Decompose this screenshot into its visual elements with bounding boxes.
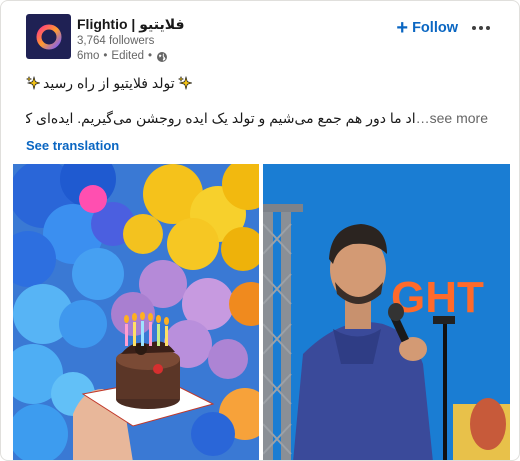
company-logo[interactable] xyxy=(26,14,71,59)
sparkles-icon xyxy=(177,76,192,90)
post-excerpt-line: اد ما دور هم جمع می‌شیم و تولد یک ایده ر… xyxy=(26,108,496,128)
post-time-row: 6mo • Edited • xyxy=(77,49,185,64)
post-title: تولد فلایتیو از راه رسید xyxy=(43,74,175,91)
speaker-photo: GHT xyxy=(263,164,510,460)
post-title-line: تولد فلایتیو از راه رسید xyxy=(26,73,192,93)
post-header: Flightio | فلایتیو 3,764 followers 6mo •… xyxy=(26,14,507,66)
company-name[interactable]: Flightio | فلایتیو xyxy=(77,15,185,34)
balloons-cake-photo xyxy=(13,164,259,460)
post-image-speaker[interactable]: GHT xyxy=(263,164,510,460)
plus-icon: + xyxy=(396,17,409,39)
follow-label: Follow xyxy=(412,20,458,36)
post-card: Flightio | فلایتیو 3,764 followers 6mo •… xyxy=(0,0,520,461)
see-more-link[interactable]: …see more xyxy=(416,108,488,128)
company-meta: Flightio | فلایتیو 3,764 followers 6mo •… xyxy=(77,15,185,64)
see-translation-link[interactable]: See translation xyxy=(26,137,119,155)
separator-dot: • xyxy=(148,50,153,62)
followers-count: 3,764 followers xyxy=(77,35,155,47)
post-excerpt: اد ما دور هم جمع می‌شیم و تولد یک ایده ر… xyxy=(26,110,416,126)
flightio-logo-icon xyxy=(36,24,61,49)
separator-dot: • xyxy=(103,50,108,62)
globe-icon xyxy=(157,51,168,62)
more-options-icon xyxy=(471,26,492,30)
edited-label: Edited xyxy=(111,50,145,62)
sparkles-icon xyxy=(26,76,40,90)
sign-text: GHT xyxy=(391,273,484,322)
more-options-button[interactable] xyxy=(469,16,493,40)
follow-button[interactable]: + Follow xyxy=(396,16,458,40)
post-image-cake[interactable] xyxy=(13,164,259,460)
post-time: 6mo xyxy=(77,50,100,62)
